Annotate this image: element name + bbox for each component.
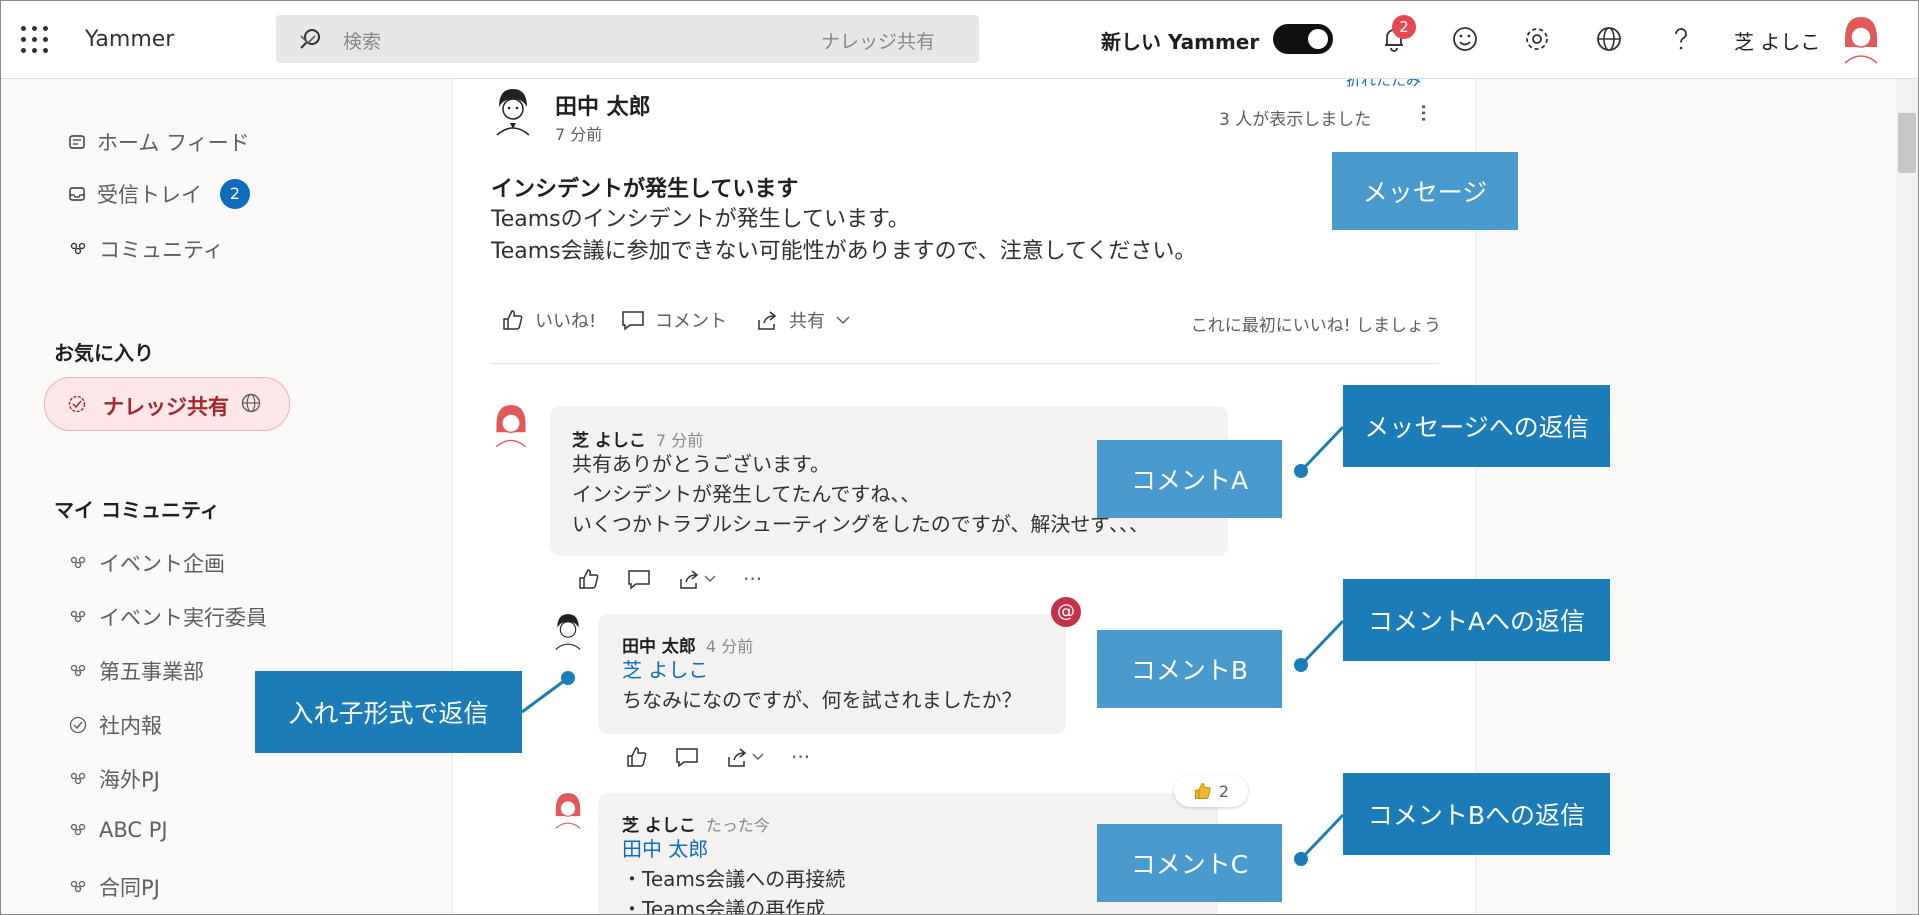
app-window: Yammer 検索 ナレッジ共有 新しい Yammer 2 芝 よしこ ホーム … [0,0,1919,915]
callout-connectors [521,425,1345,866]
